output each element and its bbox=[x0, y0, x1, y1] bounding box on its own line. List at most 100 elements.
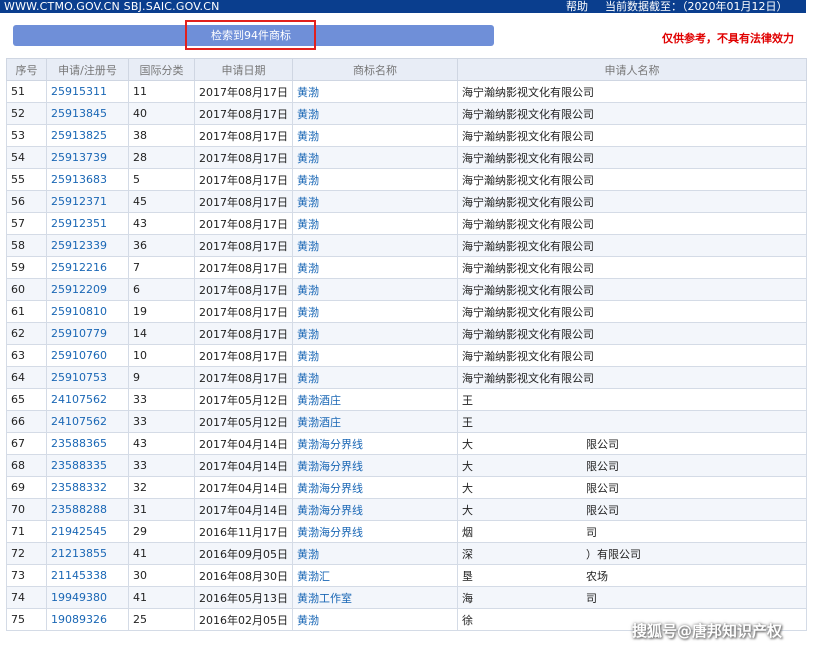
cell-serial: 54 bbox=[6, 146, 47, 169]
watermark: 搜狐号@唐邦知识产权 bbox=[632, 622, 783, 640]
cell-reg-no-link[interactable]: 19089326 bbox=[46, 608, 129, 631]
cell-mark-name-link[interactable]: 黄渤 bbox=[292, 366, 458, 389]
cell-mark-name-link[interactable]: 黄渤海分界线 bbox=[292, 476, 458, 499]
cell-mark-name-link[interactable]: 黄渤 bbox=[292, 608, 458, 631]
cell-date: 2016年11月17日 bbox=[194, 520, 293, 543]
cell-serial: 75 bbox=[6, 608, 47, 631]
applicant-name: 海宁瀚纳影视文化有限公司 bbox=[462, 129, 594, 143]
applicant-name-suffix: 农场 bbox=[586, 569, 608, 583]
cell-reg-no-link[interactable]: 25910760 bbox=[46, 344, 129, 367]
table-row: 69 23588332 32 2017年04月14日 黄渤海分界线大 限公司 bbox=[6, 476, 807, 499]
cell-reg-no-link[interactable]: 21942545 bbox=[46, 520, 129, 543]
table-row: 59 25912216 7 2017年08月17日 黄渤 海宁瀚纳影视文化有限公司 bbox=[6, 256, 807, 279]
cell-date: 2016年08月30日 bbox=[194, 564, 293, 587]
cell-class: 14 bbox=[128, 322, 195, 345]
cell-date: 2017年05月12日 bbox=[194, 410, 293, 433]
cell-serial: 59 bbox=[6, 256, 47, 279]
highlight-box bbox=[185, 20, 316, 50]
applicant-name: 海宁瀚纳影视文化有限公司 bbox=[462, 107, 594, 121]
cell-mark-name-link[interactable]: 黄渤酒庄 bbox=[292, 410, 458, 433]
cell-date: 2016年02月05日 bbox=[194, 608, 293, 631]
cell-mark-name-link[interactable]: 黄渤 bbox=[292, 168, 458, 191]
cell-reg-no-link[interactable]: 24107562 bbox=[46, 410, 129, 433]
cell-mark-name-link[interactable]: 黄渤 bbox=[292, 212, 458, 235]
applicant-name-suffix: ）有限公司 bbox=[586, 547, 641, 561]
cell-reg-no-link[interactable]: 25910753 bbox=[46, 366, 129, 389]
cell-reg-no-link[interactable]: 21213855 bbox=[46, 542, 129, 565]
cell-serial: 63 bbox=[6, 344, 47, 367]
cell-reg-no-link[interactable]: 25913845 bbox=[46, 102, 129, 125]
cell-serial: 60 bbox=[6, 278, 47, 301]
cell-reg-no-link[interactable]: 23588365 bbox=[46, 432, 129, 455]
cell-mark-name-link[interactable]: 黄渤 bbox=[292, 190, 458, 213]
table-row: 73 21145338 30 2016年08月30日 黄渤汇垦 农场 bbox=[6, 564, 807, 587]
cell-serial: 70 bbox=[6, 498, 47, 521]
applicant-name-suffix: 限公司 bbox=[586, 437, 619, 451]
table-row: 71 21942545 29 2016年11月17日 黄渤海分界线烟司 bbox=[6, 520, 807, 543]
cell-reg-no-link[interactable]: 25912216 bbox=[46, 256, 129, 279]
cell-mark-name-link[interactable]: 黄渤工作室 bbox=[292, 586, 458, 609]
cell-reg-no-link[interactable]: 23588335 bbox=[46, 454, 129, 477]
cell-reg-no-link[interactable]: 25912351 bbox=[46, 212, 129, 235]
help-link[interactable]: 帮助 bbox=[566, 0, 588, 13]
cell-mark-name-link[interactable]: 黄渤 bbox=[292, 234, 458, 257]
header-serial: 序号 bbox=[6, 58, 47, 81]
cell-mark-name-link[interactable]: 黄渤 bbox=[292, 124, 458, 147]
cell-mark-name-link[interactable]: 黄渤海分界线 bbox=[292, 432, 458, 455]
header-date: 申请日期 bbox=[194, 58, 293, 81]
cell-applicant: 大 限公司 bbox=[457, 454, 807, 477]
cell-class: 38 bbox=[128, 124, 195, 147]
cell-reg-no-link[interactable]: 24107562 bbox=[46, 388, 129, 411]
cell-reg-no-link[interactable]: 19949380 bbox=[46, 586, 129, 609]
applicant-name: 大 bbox=[462, 437, 473, 451]
cell-applicant: 海宁瀚纳影视文化有限公司 bbox=[457, 212, 807, 235]
table-row: 52 25913845 40 2017年08月17日 黄渤 海宁瀚纳影视文化有限公司 bbox=[6, 102, 807, 125]
table-row: 68 23588335 33 2017年04月14日 黄渤海分界线大 限公司 bbox=[6, 454, 807, 477]
cell-reg-no-link[interactable]: 25913739 bbox=[46, 146, 129, 169]
cell-reg-no-link[interactable]: 25910779 bbox=[46, 322, 129, 345]
cell-class: 32 bbox=[128, 476, 195, 499]
cell-mark-name-link[interactable]: 黄渤 bbox=[292, 102, 458, 125]
cell-mark-name-link[interactable]: 黄渤酒庄 bbox=[292, 388, 458, 411]
cell-mark-name-link[interactable]: 黄渤 bbox=[292, 256, 458, 279]
cell-mark-name-link[interactable]: 黄渤 bbox=[292, 80, 458, 103]
table-row: 63 25910760 10 2017年08月17日 黄渤 海宁瀚纳影视文化有限公司 bbox=[6, 344, 807, 367]
cell-mark-name-link[interactable]: 黄渤 bbox=[292, 542, 458, 565]
cell-reg-no-link[interactable]: 25912209 bbox=[46, 278, 129, 301]
cell-applicant: 海宁瀚纳影视文化有限公司 bbox=[457, 300, 807, 323]
applicant-name: 徐 bbox=[462, 613, 473, 627]
applicant-name: 海宁瀚纳影视文化有限公司 bbox=[462, 305, 594, 319]
cell-mark-name-link[interactable]: 黄渤海分界线 bbox=[292, 520, 458, 543]
cell-serial: 58 bbox=[6, 234, 47, 257]
cell-serial: 52 bbox=[6, 102, 47, 125]
cell-mark-name-link[interactable]: 黄渤 bbox=[292, 300, 458, 323]
cell-mark-name-link[interactable]: 黄渤汇 bbox=[292, 564, 458, 587]
table-row: 55 25913683 5 2017年08月17日 黄渤 海宁瀚纳影视文化有限公司 bbox=[6, 168, 807, 191]
cell-reg-no-link[interactable]: 25915311 bbox=[46, 80, 129, 103]
cell-reg-no-link[interactable]: 25912371 bbox=[46, 190, 129, 213]
cell-serial: 74 bbox=[6, 586, 47, 609]
cell-applicant: 垦 农场 bbox=[457, 564, 807, 587]
applicant-name: 王 bbox=[462, 415, 473, 429]
cell-date: 2017年08月17日 bbox=[194, 322, 293, 345]
cell-reg-no-link[interactable]: 23588332 bbox=[46, 476, 129, 499]
cell-class: 41 bbox=[128, 542, 195, 565]
cell-reg-no-link[interactable]: 25913825 bbox=[46, 124, 129, 147]
cell-reg-no-link[interactable]: 25912339 bbox=[46, 234, 129, 257]
cell-class: 19 bbox=[128, 300, 195, 323]
cell-reg-no-link[interactable]: 25913683 bbox=[46, 168, 129, 191]
table-header-row: 序号 申请/注册号 国际分类 申请日期 商标名称 申请人名称 bbox=[6, 58, 807, 81]
cell-reg-no-link[interactable]: 25910810 bbox=[46, 300, 129, 323]
cell-class: 11 bbox=[128, 80, 195, 103]
cell-mark-name-link[interactable]: 黄渤 bbox=[292, 278, 458, 301]
cell-reg-no-link[interactable]: 21145338 bbox=[46, 564, 129, 587]
applicant-name-suffix: 限公司 bbox=[586, 481, 619, 495]
applicant-name: 海宁瀚纳影视文化有限公司 bbox=[462, 195, 594, 209]
cell-mark-name-link[interactable]: 黄渤 bbox=[292, 322, 458, 345]
cell-reg-no-link[interactable]: 23588288 bbox=[46, 498, 129, 521]
cell-mark-name-link[interactable]: 黄渤海分界线 bbox=[292, 498, 458, 521]
cell-applicant: 海宁瀚纳影视文化有限公司 bbox=[457, 344, 807, 367]
cell-mark-name-link[interactable]: 黄渤 bbox=[292, 146, 458, 169]
cell-mark-name-link[interactable]: 黄渤 bbox=[292, 344, 458, 367]
cell-mark-name-link[interactable]: 黄渤海分界线 bbox=[292, 454, 458, 477]
